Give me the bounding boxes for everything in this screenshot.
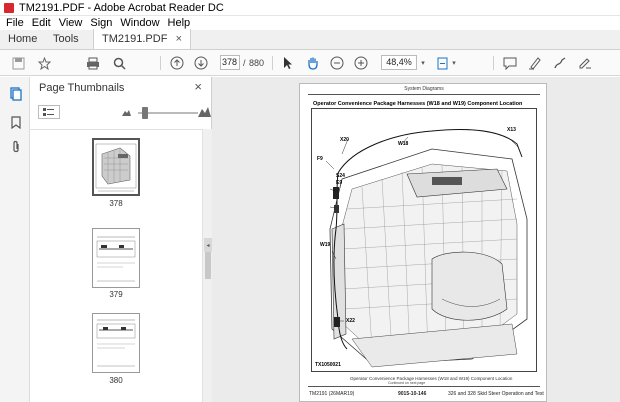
figure-caption: Operator Convenience Package Harnesses (… (350, 376, 513, 381)
thumbnail-page-379[interactable] (92, 228, 140, 288)
callout-x20: X20 (340, 137, 349, 143)
thumbnail-page-380[interactable] (92, 313, 140, 373)
zoom-level-input[interactable]: 48,4% (381, 55, 417, 70)
search-icon[interactable] (111, 54, 127, 72)
callout-e9: E9 (336, 180, 343, 186)
select-arrow-icon[interactable] (281, 54, 295, 72)
thumbnail-size-slider-knob[interactable] (142, 107, 148, 119)
continued-note: Continued on next page (388, 381, 426, 385)
menu-edit[interactable]: Edit (32, 17, 51, 29)
document-viewer[interactable]: System Diagrams Operator Convenience Pac… (212, 77, 620, 402)
collapse-panel-handle[interactable]: ◂ (204, 238, 212, 252)
callout-f9: F9 (317, 156, 323, 162)
page-thumbnails-panel: Page Thumbnails × 378 379 380 (30, 77, 212, 402)
acrobat-icon (4, 2, 14, 13)
component-location-drawing: X13 X20 W18 F9 S24 E9 W19 X22 TX1050021 (311, 108, 537, 372)
attachment-icon[interactable] (9, 140, 23, 154)
page-number-input[interactable]: 378 (220, 55, 240, 70)
save-icon[interactable] (10, 54, 26, 72)
fit-page-icon[interactable] (434, 54, 450, 72)
large-mountain-icon[interactable] (198, 105, 211, 120)
callout-x13: X13 (507, 127, 516, 133)
small-mountain-icon[interactable] (122, 107, 131, 119)
footer-manual-id: TM2191 (26MAR19) (309, 391, 355, 397)
thumbnail-options-icon[interactable] (38, 105, 60, 119)
thumbnail-page-378[interactable] (92, 138, 140, 196)
callout-s24: S24 (336, 173, 345, 179)
thumbnail-label: 379 (109, 290, 123, 299)
highlight-icon[interactable] (527, 54, 543, 72)
page-count: 880 (249, 58, 265, 68)
tab-document-label: TM2191.PDF (102, 33, 168, 45)
toolbar-separator (493, 56, 494, 70)
toolbar-separator (272, 56, 273, 70)
tab-home[interactable]: Home (0, 29, 45, 49)
tab-tools[interactable]: Tools (45, 29, 93, 49)
callout-w19: W19 (320, 242, 331, 248)
menu-file[interactable]: File (6, 17, 24, 29)
menu-bar: File Edit View Sign Window Help (0, 16, 620, 30)
comment-icon[interactable] (502, 54, 518, 72)
figure-id: TX1050021 (315, 362, 341, 368)
zoom-out-icon[interactable] (330, 54, 344, 72)
window-title: TM2191.PDF - Adobe Acrobat Reader DC (19, 1, 224, 14)
menu-view[interactable]: View (59, 17, 83, 29)
header-rule (308, 94, 540, 95)
callout-w18: W18 (398, 141, 409, 147)
panel-title: Page Thumbnails (39, 82, 125, 94)
panel-close-icon[interactable]: × (194, 79, 202, 94)
thumbnail-tools (38, 105, 211, 121)
zoom-dropdown-icon[interactable]: ▾ (419, 54, 427, 72)
document-page: System Diagrams Operator Convenience Pac… (299, 83, 547, 402)
bookmark-icon[interactable] (9, 115, 23, 129)
page-up-icon[interactable] (169, 54, 185, 72)
page-header: System Diagrams (404, 86, 444, 92)
fit-dropdown-icon[interactable]: ▾ (450, 54, 458, 72)
footer-manual-title: 326 and 328 Skid Steer Operation and Tes… (448, 391, 544, 397)
zoom-in-icon[interactable] (354, 54, 368, 72)
title-bar: TM2191.PDF - Adobe Acrobat Reader DC (0, 0, 620, 16)
page-thumbnails-icon[interactable] (9, 87, 23, 101)
navigation-rail (0, 77, 30, 402)
thumbnail-label: 378 (109, 199, 123, 208)
footer-page-number: 9015-10-146 (398, 391, 427, 397)
toolbar-separator (160, 56, 161, 70)
page-separator: / (243, 58, 246, 68)
callout-x22: X22 (346, 318, 355, 324)
toolbar: 378 / 880 48,4% ▾ ▾ (0, 50, 620, 76)
tab-close-icon[interactable]: × (176, 33, 182, 45)
print-icon[interactable] (85, 54, 101, 72)
page-title: Operator Convenience Package Harnesses (… (313, 101, 523, 107)
thumbnail-list: 378 379 380 (30, 129, 202, 402)
sign-icon[interactable] (577, 54, 593, 72)
menu-sign[interactable]: Sign (90, 17, 112, 29)
tab-document[interactable]: TM2191.PDF × (93, 29, 191, 49)
tab-bar: Home Tools TM2191.PDF × (0, 29, 620, 50)
draw-icon[interactable] (552, 54, 568, 72)
thumbnail-label: 380 (109, 376, 123, 385)
menu-window[interactable]: Window (120, 17, 159, 29)
thumbnail-scrollbar[interactable] (202, 129, 212, 402)
star-icon[interactable] (36, 54, 52, 72)
footer-rule (308, 386, 540, 387)
menu-help[interactable]: Help (168, 17, 191, 29)
hand-icon[interactable] (305, 54, 321, 72)
page-down-icon[interactable] (193, 54, 209, 72)
